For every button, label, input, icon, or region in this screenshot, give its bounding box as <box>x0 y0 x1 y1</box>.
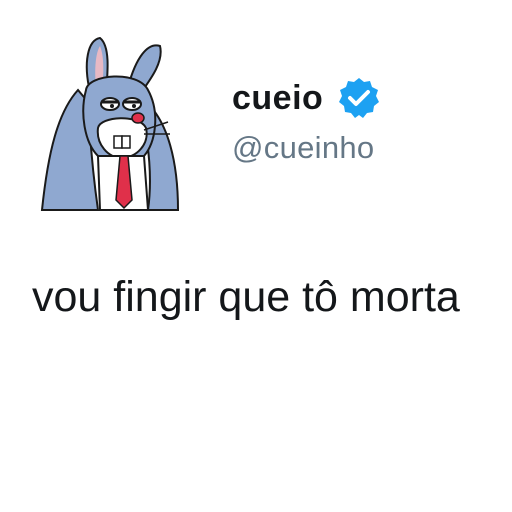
tweet-text: vou fingir que tô morta <box>32 273 460 321</box>
user-handle[interactable]: @cueinho <box>232 130 381 166</box>
name-row: cueio <box>232 76 381 120</box>
avatar[interactable] <box>28 32 208 212</box>
verified-badge-icon <box>339 78 380 118</box>
user-info: cueio @cueinho <box>232 76 381 166</box>
display-name[interactable]: cueio <box>232 79 323 118</box>
